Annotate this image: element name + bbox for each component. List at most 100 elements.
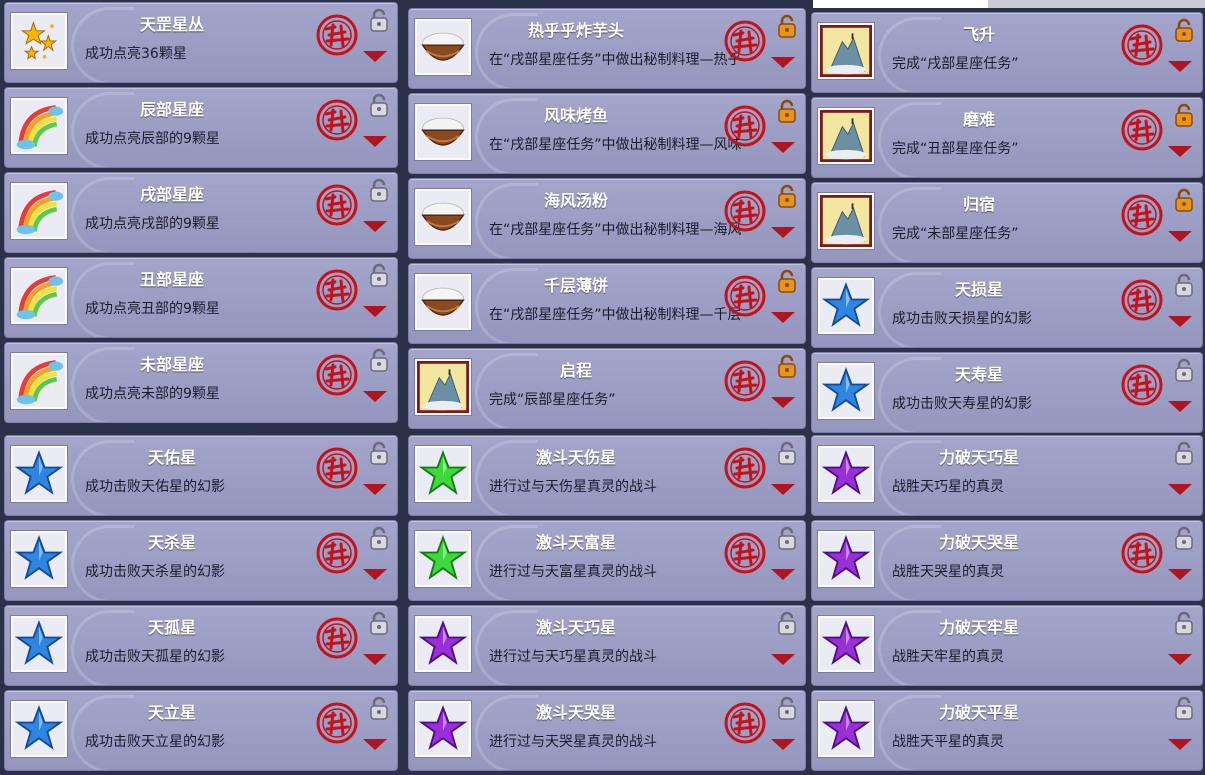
achievement-title: 热乎乎炸芋头 xyxy=(527,21,624,40)
achievement-title: 启程 xyxy=(559,361,592,380)
achievement-card[interactable]: 力破天哭星 战胜天哭星的真灵 xyxy=(811,520,1203,601)
achievement-card[interactable]: 风味烤鱼 在“戌部星座任务”中做出秘制料理—风味 xyxy=(408,93,806,174)
achievement-card[interactable]: 千层薄饼 在“戌部星座任务”中做出秘制料理—千层 xyxy=(408,263,806,344)
achievement-card[interactable]: 丑部星座 成功点亮丑部的9颗星 xyxy=(4,257,398,338)
achievement-icon-frame xyxy=(818,701,874,757)
silver-lock-icon xyxy=(370,348,388,372)
achievement-title: 激斗天巧星 xyxy=(535,618,616,637)
achievement-card[interactable]: 未部星座 成功点亮未部的9颗星 xyxy=(4,342,398,423)
achievement-card[interactable]: 天孤星 成功击败天孤星的幻影 xyxy=(4,605,398,686)
gold-stars-icon xyxy=(13,15,65,67)
achievement-card[interactable]: 海风汤粉 在“戌部星座任务”中做出秘制料理—海风 xyxy=(408,178,806,259)
expand-arrow-icon[interactable] xyxy=(771,397,795,408)
gold-lock-icon xyxy=(778,14,796,38)
completed-stamp-icon xyxy=(724,702,766,744)
achievement-title: 飞升 xyxy=(962,25,995,44)
achievement-card[interactable]: 天佑星 成功击败天佑星的幻影 xyxy=(4,435,398,516)
expand-arrow-icon[interactable] xyxy=(771,569,795,580)
expand-arrow-icon[interactable] xyxy=(771,57,795,68)
silver-lock-icon xyxy=(370,696,388,720)
achievement-title: 激斗天伤星 xyxy=(535,448,616,467)
silver-lock-icon xyxy=(370,93,388,117)
expand-arrow-icon[interactable] xyxy=(771,312,795,323)
completed-stamp-icon xyxy=(316,184,358,226)
expand-arrow-icon[interactable] xyxy=(1168,569,1192,580)
achievement-icon-frame xyxy=(818,278,874,334)
expand-arrow-icon[interactable] xyxy=(363,136,387,147)
expand-arrow-icon[interactable] xyxy=(363,391,387,402)
achievement-title: 天杀星 xyxy=(147,533,196,552)
rice-bowl-icon xyxy=(417,276,469,328)
silver-lock-icon xyxy=(370,178,388,202)
achievement-card[interactable]: 天寿星 成功击败天寿星的幻影 xyxy=(811,352,1203,433)
achievement-title: 力破天牢星 xyxy=(938,618,1019,637)
rainbow-icon xyxy=(13,100,65,152)
achievement-card[interactable]: 戌部星座 成功点亮戌部的9颗星 xyxy=(4,172,398,253)
achievement-card[interactable]: 辰部星座 成功点亮辰部的9颗星 xyxy=(4,87,398,168)
achievement-icon-frame xyxy=(11,701,67,757)
completed-stamp-icon xyxy=(316,14,358,56)
expand-arrow-icon[interactable] xyxy=(1168,654,1192,665)
achievement-icon-frame xyxy=(11,531,67,587)
expand-arrow-icon[interactable] xyxy=(363,739,387,750)
completed-stamp-icon xyxy=(316,354,358,396)
achievement-icon-frame xyxy=(818,193,874,249)
completed-stamp-icon xyxy=(1121,364,1163,406)
expand-arrow-icon[interactable] xyxy=(1168,401,1192,412)
achievement-title: 力破天平星 xyxy=(938,703,1019,722)
achievement-card[interactable]: 激斗天伤星 进行过与天伤星真灵的战斗 xyxy=(408,435,806,516)
achievement-card[interactable]: 启程 完成“辰部星座任务” xyxy=(408,348,806,429)
achievement-card[interactable]: 力破天牢星 战胜天牢星的真灵 xyxy=(811,605,1203,686)
expand-arrow-icon[interactable] xyxy=(1168,231,1192,242)
purple-star-icon xyxy=(820,618,872,670)
achievement-card[interactable]: 热乎乎炸芋头 在“戌部星座任务”中做出秘制料理—热乎 xyxy=(408,8,806,89)
expand-arrow-icon[interactable] xyxy=(1168,484,1192,495)
achievement-title: 磨难 xyxy=(962,110,995,129)
expand-arrow-icon[interactable] xyxy=(771,227,795,238)
achievement-card[interactable]: 天立星 成功击败天立星的幻影 xyxy=(4,690,398,771)
achievement-title: 归宿 xyxy=(962,195,995,214)
achievement-description: 战胜天巧星的真灵 xyxy=(892,479,1004,495)
achievement-title: 天孤星 xyxy=(147,618,196,637)
achievement-card[interactable]: 激斗天巧星 进行过与天巧星真灵的战斗 xyxy=(408,605,806,686)
purple-star-icon xyxy=(417,703,469,755)
achievement-card[interactable]: 天损星 成功击败天损星的幻影 xyxy=(811,267,1203,348)
rice-bowl-icon xyxy=(417,21,469,73)
expand-arrow-icon[interactable] xyxy=(771,739,795,750)
completed-stamp-icon xyxy=(316,617,358,659)
achievement-title: 戌部星座 xyxy=(139,185,204,204)
silver-lock-icon xyxy=(778,611,796,635)
purple-star-icon xyxy=(820,448,872,500)
expand-arrow-icon[interactable] xyxy=(1168,61,1192,72)
achievement-icon-frame xyxy=(11,183,67,239)
expand-arrow-icon[interactable] xyxy=(771,654,795,665)
silver-lock-icon xyxy=(1175,273,1193,297)
achievement-card[interactable]: 磨难 完成“丑部星座任务” xyxy=(811,97,1203,178)
expand-arrow-icon[interactable] xyxy=(363,569,387,580)
expand-arrow-icon[interactable] xyxy=(363,654,387,665)
achievement-icon-frame xyxy=(11,616,67,672)
expand-arrow-icon[interactable] xyxy=(1168,146,1192,157)
achievement-icon-frame xyxy=(415,531,471,587)
achievement-card[interactable]: 激斗天哭星 进行过与天哭星真灵的战斗 xyxy=(408,690,806,771)
achievement-panel-5: 力破天巧星 战胜天巧星的真灵 力破天哭星 战胜天哭星的真灵 力破天牢星 战胜天牢… xyxy=(811,435,1203,771)
achievement-card[interactable]: 力破天平星 战胜天平星的真灵 xyxy=(811,690,1203,771)
expand-arrow-icon[interactable] xyxy=(771,142,795,153)
expand-arrow-icon[interactable] xyxy=(363,221,387,232)
expand-arrow-icon[interactable] xyxy=(1168,739,1192,750)
rainbow-icon xyxy=(13,270,65,322)
green-star-icon xyxy=(417,533,469,585)
achievement-card[interactable]: 激斗天富星 进行过与天富星真灵的战斗 xyxy=(408,520,806,601)
achievement-card[interactable]: 归宿 完成“未部星座任务” xyxy=(811,182,1203,263)
achievement-card[interactable]: 天杀星 成功击败天杀星的幻影 xyxy=(4,520,398,601)
achievement-card[interactable]: 天罡星丛 成功点亮36颗星 xyxy=(4,2,398,83)
expand-arrow-icon[interactable] xyxy=(771,484,795,495)
expand-arrow-icon[interactable] xyxy=(363,51,387,62)
expand-arrow-icon[interactable] xyxy=(363,306,387,317)
achievement-card[interactable]: 飞升 完成“戌部星座任务” xyxy=(811,12,1203,93)
achievement-title: 千层薄饼 xyxy=(543,276,608,295)
achievement-card[interactable]: 力破天巧星 战胜天巧星的真灵 xyxy=(811,435,1203,516)
achievement-icon-frame xyxy=(818,531,874,587)
expand-arrow-icon[interactable] xyxy=(363,484,387,495)
expand-arrow-icon[interactable] xyxy=(1168,316,1192,327)
